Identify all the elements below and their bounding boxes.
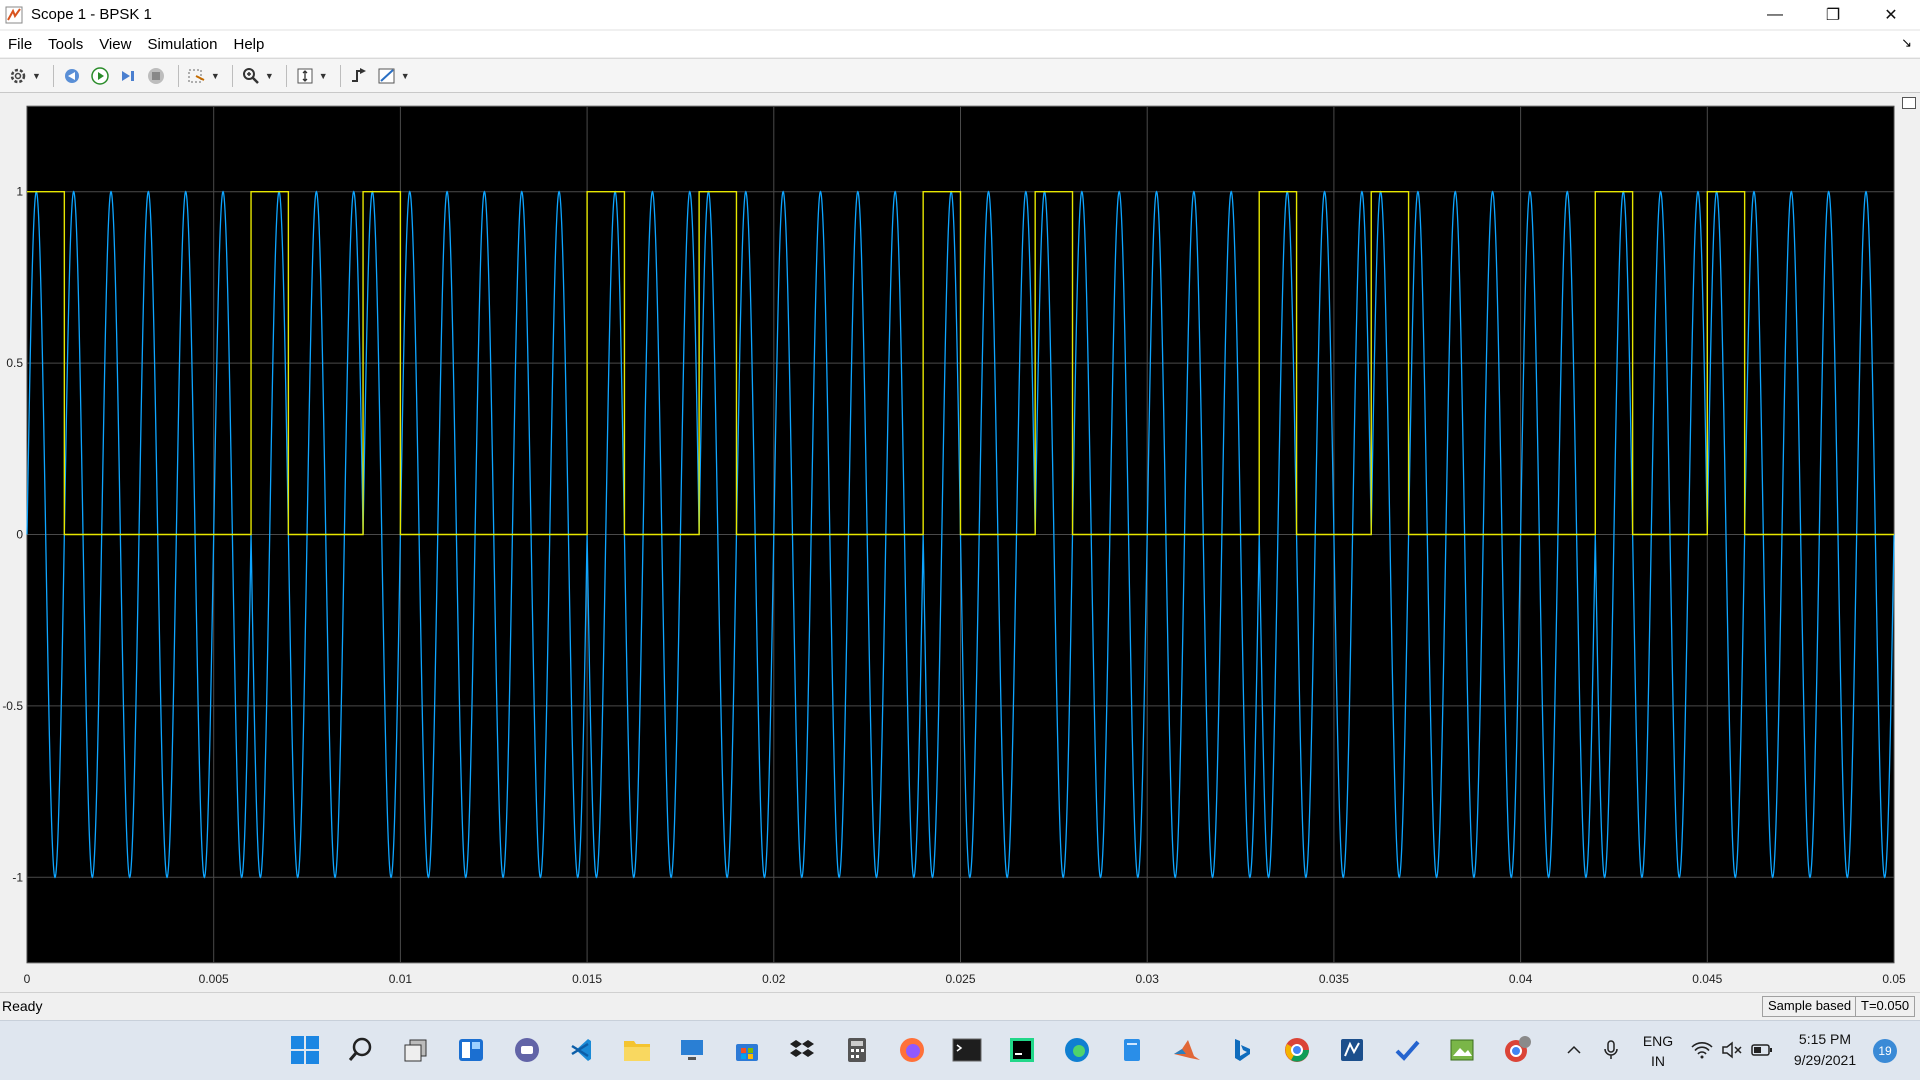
x-tick-label: 0.02 (762, 972, 786, 986)
battery-icon[interactable] (1748, 1033, 1776, 1067)
chrome-icon[interactable] (1280, 1033, 1314, 1067)
x-tick-label: 0 (24, 972, 31, 986)
minimize-button[interactable]: — (1746, 0, 1804, 29)
clock-time[interactable]: 5:15 PM (1790, 1031, 1860, 1047)
toolbar-separator (231, 64, 233, 87)
language-code[interactable]: ENG (1640, 1033, 1676, 1049)
y-tick-label: -1 (12, 870, 23, 884)
scope-plot[interactable]: 0 0.005 0.01 0.015 0.02 0.025 0.03 0.035 0.04 0.0… (0, 95, 1920, 990)
vscode-icon[interactable] (565, 1033, 599, 1067)
clock-date[interactable]: 9/29/2021 (1790, 1052, 1860, 1068)
menu-simulation[interactable]: Simulation (139, 36, 225, 53)
x-tick-label: 0.01 (389, 972, 413, 986)
windows-taskbar: ENG IN 5:15 PM 9/29/2021 19 (0, 1020, 1920, 1080)
matlab-icon[interactable] (1170, 1033, 1204, 1067)
terminal-icon[interactable] (950, 1033, 984, 1067)
toolbar-separator (285, 64, 287, 87)
x-tick-label: 0.035 (1319, 972, 1349, 986)
scope-display[interactable]: 0 0.005 0.01 0.015 0.02 0.025 0.03 0.035 0.04 0.0… (0, 95, 1920, 990)
chrome-profile-icon[interactable] (1500, 1033, 1534, 1067)
todo-icon[interactable] (1390, 1033, 1424, 1067)
widgets-icon[interactable] (454, 1033, 488, 1067)
tray-overflow-chevron-icon[interactable] (1560, 1033, 1588, 1067)
simulink-scope-icon (5, 6, 23, 23)
x-tick-label: 0.015 (572, 972, 602, 986)
toolbar-separator (177, 64, 179, 87)
step-forward-icon[interactable] (116, 64, 140, 88)
sample-mode-indicator: Sample based (1762, 996, 1858, 1017)
triggers-icon[interactable] (347, 64, 371, 88)
sim-time-indicator: T=0.050 (1855, 996, 1916, 1017)
calculator-icon[interactable] (840, 1033, 874, 1067)
x-tick-label: 0.03 (1136, 972, 1160, 986)
revert-icon[interactable] (60, 64, 84, 88)
x-tick-label: 0.025 (945, 972, 975, 986)
scale-axes-icon[interactable] (293, 64, 317, 88)
menu-file[interactable]: File (0, 36, 40, 53)
menu-help[interactable]: Help (226, 36, 273, 53)
windows-start-icon[interactable] (288, 1033, 322, 1067)
highlight-icon[interactable] (185, 64, 209, 88)
firefox-icon[interactable] (895, 1033, 929, 1067)
task-view-icon[interactable] (399, 1033, 433, 1067)
stop-icon[interactable] (144, 64, 168, 88)
y-tick-label: 1 (16, 185, 23, 199)
run-icon[interactable] (88, 64, 112, 88)
status-text: Ready (2, 998, 43, 1014)
remote-desktop-icon[interactable] (675, 1033, 709, 1067)
status-bar: Ready Sample based T=0.050 (0, 992, 1920, 1019)
notification-badge[interactable]: 19 (1873, 1039, 1897, 1063)
undock-icon[interactable] (1902, 97, 1916, 109)
zoom-dropdown-icon[interactable]: ▼ (265, 71, 274, 81)
menu-bar: File Tools View Simulation Help ↘ (0, 31, 1920, 57)
menu-tools[interactable]: Tools (40, 36, 91, 53)
maximize-button[interactable]: ❐ (1804, 0, 1862, 29)
notepad-icon[interactable] (1115, 1033, 1149, 1067)
highlight-dropdown-icon[interactable]: ▼ (211, 71, 220, 81)
collapse-arrow-icon[interactable]: ↘ (1901, 35, 1912, 51)
settings-dropdown-icon[interactable]: ▼ (32, 71, 41, 81)
dropbox-icon[interactable] (785, 1033, 819, 1067)
y-tick-label: 0 (16, 528, 23, 542)
x-tick-label: 0.04 (1509, 972, 1533, 986)
y-tick-label: -0.5 (2, 699, 23, 713)
microphone-icon[interactable] (1597, 1033, 1625, 1067)
bing-icon[interactable] (1225, 1033, 1259, 1067)
x-tick-label: 0.05 (1882, 972, 1906, 986)
x-tick-label: 0.045 (1692, 972, 1722, 986)
toolbar-separator (339, 64, 341, 87)
measurements-dropdown-icon[interactable]: ▼ (401, 71, 410, 81)
edge-icon[interactable] (1060, 1033, 1094, 1067)
language-region[interactable]: IN (1640, 1053, 1676, 1069)
microsoft-store-icon[interactable] (730, 1033, 764, 1067)
x-tick-label: 0.005 (199, 972, 229, 986)
scale-dropdown-icon[interactable]: ▼ (319, 71, 328, 81)
zoom-in-icon[interactable] (239, 64, 263, 88)
vpn-icon[interactable] (1335, 1033, 1369, 1067)
menu-view[interactable]: View (91, 36, 139, 53)
volume-muted-icon[interactable] (1718, 1033, 1746, 1067)
measurements-icon[interactable] (375, 64, 399, 88)
search-icon[interactable] (344, 1033, 378, 1067)
settings-gear-icon[interactable] (6, 64, 30, 88)
photos-icon[interactable] (1445, 1033, 1479, 1067)
toolbar-separator (52, 64, 54, 87)
y-tick-label: 0.5 (6, 356, 23, 370)
close-button[interactable]: ✕ (1862, 0, 1920, 29)
file-explorer-icon[interactable] (620, 1033, 654, 1067)
title-bar: Scope 1 - BPSK 1 — ❐ ✕ (0, 0, 1920, 29)
teams-chat-icon[interactable] (510, 1033, 544, 1067)
toolbar: ▼ ▼ ▼ ▼ ▼ (0, 58, 1920, 93)
wifi-icon[interactable] (1688, 1033, 1716, 1067)
window-title: Scope 1 - BPSK 1 (31, 6, 152, 23)
pycharm-icon[interactable] (1005, 1033, 1039, 1067)
